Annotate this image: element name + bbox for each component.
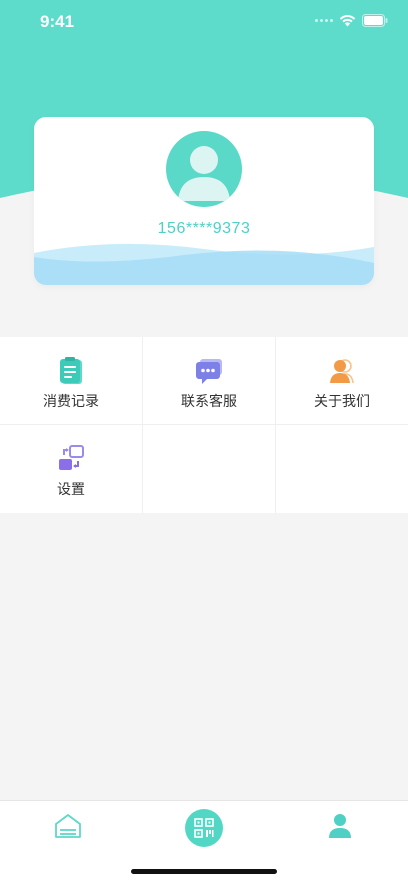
signal-icon [315,19,333,22]
status-time: 9:41 [40,12,75,31]
menu-label-consumption-records: 消费记录 [43,394,99,410]
menu-empty-cell [143,425,276,513]
user-group-icon [330,359,354,384]
clipboard-icon [60,357,82,384]
menu-item-consumption-records[interactable]: 消费记录 [0,337,143,425]
chat-bubble-icon [196,359,222,384]
menu-item-about-us[interactable]: 关于我们 [276,337,408,425]
wifi-icon [339,15,356,27]
menu-empty-cell [276,425,408,513]
qr-code-icon [185,809,223,847]
profile-card[interactable]: 156****9373 [34,117,374,285]
home-icon [55,814,81,838]
person-icon [329,814,351,838]
card-wave-decoration [34,243,374,285]
user-avatar-icon[interactable] [166,131,242,207]
menu-label-settings: 设置 [57,482,85,498]
menu-grid: 消费记录 联系客服 关于我们 设置 [0,337,408,513]
phone-number: 156****9373 [157,220,251,237]
tab-me[interactable] [312,801,368,851]
menu-item-settings[interactable]: 设置 [0,425,143,513]
status-icons [315,14,388,27]
tab-scan[interactable] [176,801,232,851]
menu-label-about-us: 关于我们 [314,394,370,410]
home-indicator [131,869,277,874]
tab-home[interactable] [40,801,96,851]
settings-switch-icon [59,445,84,470]
menu-item-contact-support[interactable]: 联系客服 [143,337,276,425]
status-bar: 9:41 [0,0,408,44]
menu-label-contact-support: 联系客服 [181,394,237,410]
battery-icon [362,14,388,27]
